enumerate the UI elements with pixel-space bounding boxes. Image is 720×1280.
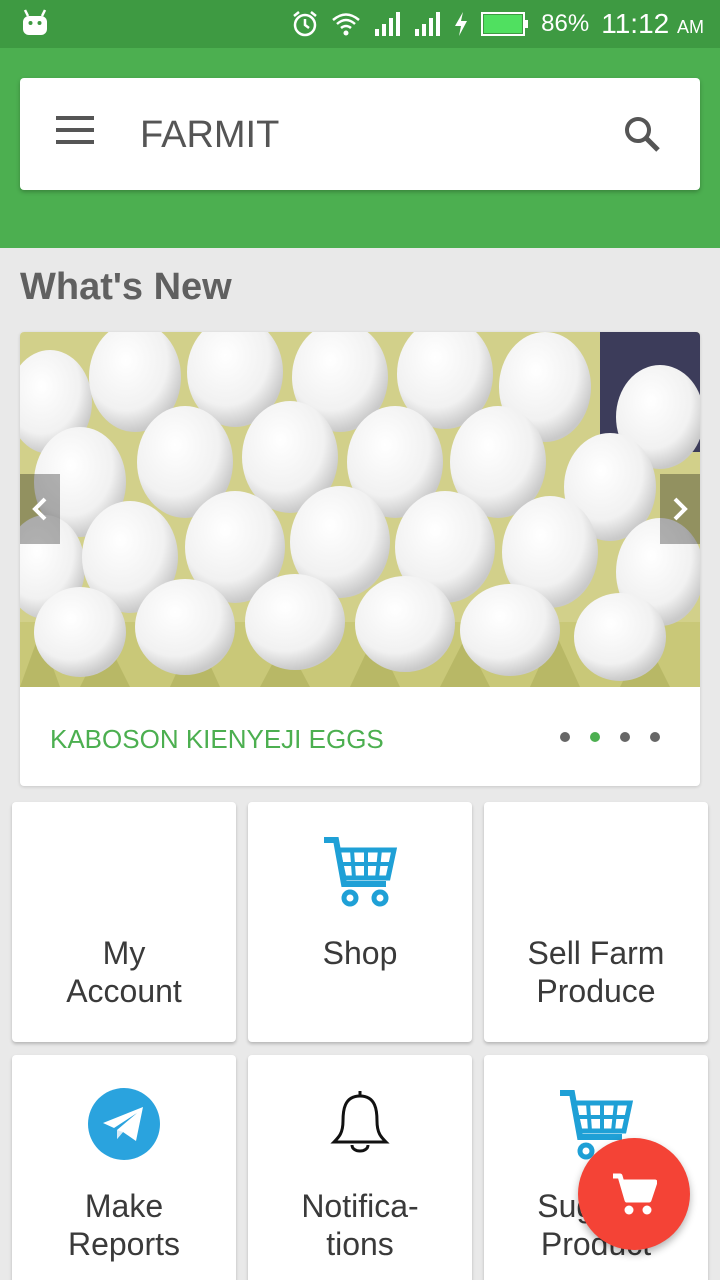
tile-label: My Account bbox=[12, 934, 236, 1010]
slider-next-button[interactable] bbox=[660, 474, 700, 544]
android-icon bbox=[23, 9, 47, 35]
tile-label: Notifica- tions bbox=[248, 1187, 472, 1263]
battery-icon bbox=[481, 12, 529, 36]
slide-caption[interactable]: KABOSON KIENYEJI EGGS bbox=[50, 724, 384, 755]
wifi-icon bbox=[332, 13, 360, 36]
tile-label: Make Reports bbox=[12, 1187, 236, 1263]
news-slider[interactable]: KABOSON KIENYEJI EGGS bbox=[20, 332, 700, 786]
charging-icon bbox=[455, 12, 468, 36]
tile-label-line: Account bbox=[66, 973, 182, 1009]
status-bar: 86% 11:12 AM bbox=[0, 0, 720, 48]
cart-icon bbox=[613, 1173, 657, 1215]
chevron-left-icon bbox=[32, 497, 47, 521]
tile-label-line: Sell Farm bbox=[527, 935, 665, 971]
telegram-icon bbox=[84, 1087, 164, 1167]
bell-icon bbox=[320, 1087, 400, 1167]
tile-label-line: Notifica- bbox=[301, 1188, 419, 1224]
tile-label-line: Reports bbox=[67, 1226, 181, 1262]
tile-label-line: My bbox=[102, 935, 146, 971]
clock-ampm: AM bbox=[677, 17, 704, 37]
clock: 11:12 AM bbox=[601, 8, 704, 40]
eggs-slide-image bbox=[20, 332, 700, 687]
clock-time: 11:12 bbox=[601, 8, 670, 39]
alarm-icon bbox=[293, 11, 317, 37]
tile-label-line: Make bbox=[84, 1188, 164, 1224]
tile-label-line: Produce bbox=[536, 973, 656, 1009]
slider-dot[interactable] bbox=[560, 732, 570, 742]
cart-fab-button[interactable] bbox=[578, 1138, 690, 1250]
slider-dot-active[interactable] bbox=[590, 732, 600, 742]
search-icon[interactable] bbox=[622, 114, 662, 154]
signal-icon bbox=[415, 12, 441, 36]
slider-pagination bbox=[560, 732, 660, 742]
battery-percent: 86% bbox=[541, 10, 590, 37]
hamburger-menu-icon[interactable] bbox=[56, 116, 96, 146]
tile-label: Sell Farm Produce bbox=[484, 934, 708, 1010]
slider-prev-button[interactable] bbox=[20, 474, 60, 544]
chevron-right-icon bbox=[673, 497, 688, 521]
app-title: FARMIT bbox=[140, 114, 280, 156]
tile-sell-farm-produce[interactable]: Sell Farm Produce bbox=[484, 802, 708, 1042]
tile-my-account[interactable]: My Account bbox=[12, 802, 236, 1042]
shopping-cart-icon bbox=[320, 834, 400, 914]
tile-label-line: Shop bbox=[322, 935, 398, 971]
tile-notifications[interactable]: Notifica- tions bbox=[248, 1055, 472, 1280]
search-card[interactable]: FARMIT bbox=[20, 78, 700, 190]
tile-label: Shop bbox=[248, 934, 472, 972]
tile-label-line: tions bbox=[326, 1226, 394, 1262]
whats-new-title: What's New bbox=[20, 266, 232, 308]
slider-dot[interactable] bbox=[650, 732, 660, 742]
slider-dot[interactable] bbox=[620, 732, 630, 742]
signal-icon bbox=[375, 12, 401, 36]
tile-make-reports[interactable]: Make Reports bbox=[12, 1055, 236, 1280]
tile-shop[interactable]: Shop bbox=[248, 802, 472, 1042]
